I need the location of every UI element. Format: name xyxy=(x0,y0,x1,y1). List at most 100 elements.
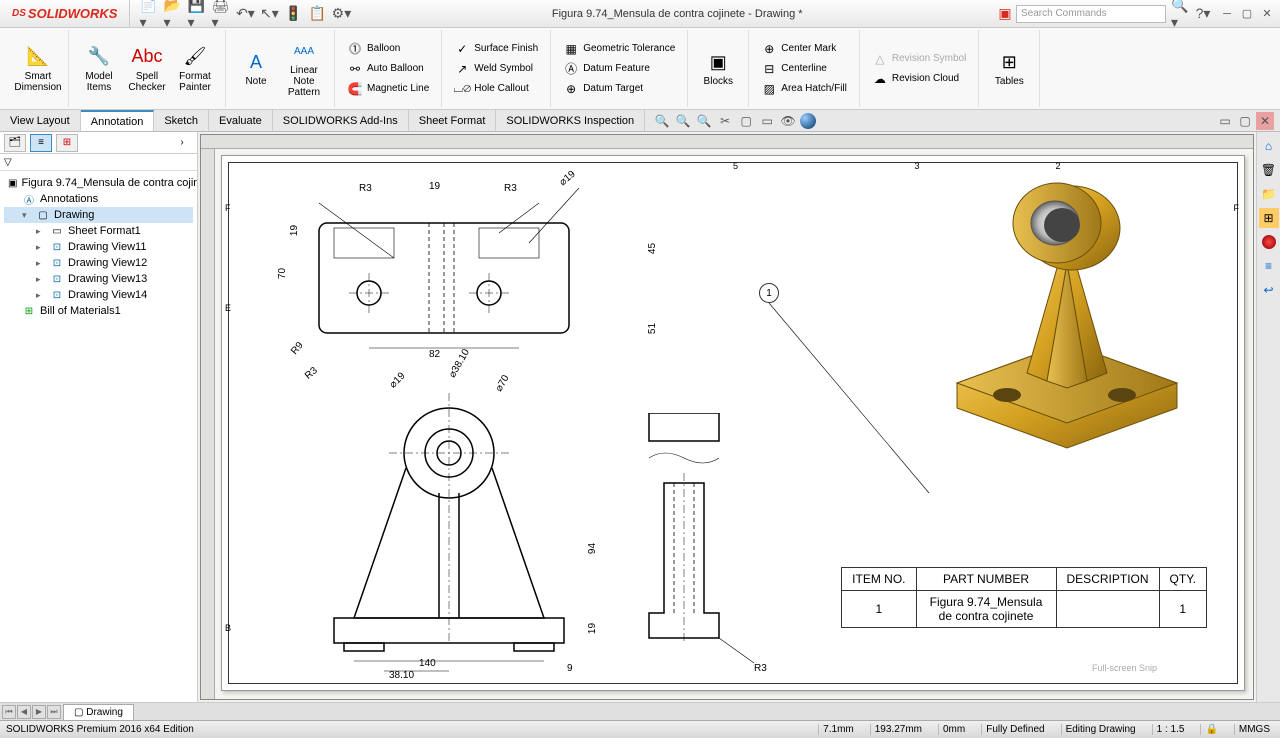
minimize-button[interactable]: ─ xyxy=(1218,6,1236,22)
spell-checker-button[interactable]: AbcSpell Checker xyxy=(123,43,171,95)
dim-45[interactable]: 45 xyxy=(647,243,658,254)
appearance-sphere-icon[interactable] xyxy=(800,113,816,129)
expand-icon[interactable]: ▸ xyxy=(36,274,46,285)
bom-cell-part[interactable]: Figura 9.74_Mensula de contra cojinete xyxy=(916,591,1056,628)
display-style-icon[interactable]: ▢ xyxy=(737,112,755,130)
dim-r3[interactable]: R3 xyxy=(359,183,372,194)
tab-addins[interactable]: SOLIDWORKS Add-Ins xyxy=(273,110,409,131)
dim-19[interactable]: 19 xyxy=(429,181,440,192)
print-button[interactable]: 🖨▾ xyxy=(210,3,232,25)
filter-icon[interactable]: ▽ xyxy=(4,157,12,168)
undo-button[interactable]: ↶▾ xyxy=(234,3,256,25)
status-units[interactable]: MMGS xyxy=(1234,724,1274,735)
model-items-button[interactable]: 🔧Model Items xyxy=(75,43,123,95)
centerline-button[interactable]: ⊟Centerline xyxy=(759,60,849,78)
revision-cloud-button[interactable]: ☁Revision Cloud xyxy=(870,70,968,88)
custom-props-icon[interactable]: ≡ xyxy=(1259,256,1279,276)
linear-note-button[interactable]: AAALinear Note Pattern xyxy=(280,37,328,100)
tab-view-layout[interactable]: View Layout xyxy=(0,110,81,131)
bom-header-desc[interactable]: DESCRIPTION xyxy=(1056,568,1159,591)
expand-icon[interactable]: ▸ xyxy=(36,226,46,237)
prev-sheet-icon[interactable]: ◀ xyxy=(17,705,31,719)
view-palette-icon[interactable]: ⊞ xyxy=(1259,208,1279,228)
front-view[interactable] xyxy=(289,393,589,673)
auto-balloon-button[interactable]: ⚯Auto Balloon xyxy=(345,60,431,78)
prev-view-icon[interactable]: 🔍 xyxy=(695,112,713,130)
blocks-button[interactable]: ▣Blocks xyxy=(694,48,742,89)
hole-callout-button[interactable]: ⌴⌀Hole Callout xyxy=(452,80,540,98)
dim-19b[interactable]: 19 xyxy=(587,623,598,634)
help-button[interactable]: ?▾ xyxy=(1192,3,1214,25)
new-doc-button[interactable]: 📄▾ xyxy=(138,3,160,25)
area-hatch-button[interactable]: ▨Area Hatch/Fill xyxy=(759,80,849,98)
library-icon[interactable]: 📁 xyxy=(1259,184,1279,204)
bom-cell-qty[interactable]: 1 xyxy=(1159,591,1206,628)
status-lock-icon[interactable]: 🔒 xyxy=(1200,724,1221,735)
resources-icon[interactable]: 🗑 xyxy=(1259,160,1279,180)
tree-bom[interactable]: ⊞Bill of Materials1 xyxy=(4,303,193,319)
doc-max-icon[interactable]: ▢ xyxy=(1236,112,1254,130)
geo-tolerance-button[interactable]: ▦Geometric Tolerance xyxy=(561,40,677,58)
dim-140[interactable]: 140 xyxy=(419,658,436,669)
dim-38b[interactable]: 38.10 xyxy=(389,670,414,681)
rebuild-button[interactable]: 🚦 xyxy=(282,3,304,25)
doc-close-icon[interactable]: ✕ xyxy=(1256,112,1274,130)
dim-51[interactable]: 51 xyxy=(647,323,658,334)
save-button[interactable]: 💾▾ xyxy=(186,3,208,25)
expand-icon[interactable]: ▸ xyxy=(36,290,46,301)
surface-finish-button[interactable]: ✓Surface Finish xyxy=(452,40,540,58)
bill-of-materials-table[interactable]: ITEM NO. PART NUMBER DESCRIPTION QTY. 1 … xyxy=(841,567,1207,628)
doc-min-icon[interactable]: ▭ xyxy=(1216,112,1234,130)
first-sheet-icon[interactable]: ⏮ xyxy=(2,705,16,719)
tab-annotation[interactable]: Annotation xyxy=(81,110,155,131)
drawing-sheet[interactable]: 5 3 2 F E B F xyxy=(221,155,1245,691)
expand-icon[interactable]: ▸ xyxy=(36,258,46,269)
tree-tab-feature[interactable]: 🗂 xyxy=(4,134,26,152)
settings-button[interactable]: ⚙▾ xyxy=(330,3,352,25)
smart-dimension-button[interactable]: 📐Smart Dimension xyxy=(14,43,62,95)
sw-icon[interactable]: ▣ xyxy=(994,3,1016,25)
bom-header-item[interactable]: ITEM NO. xyxy=(842,568,916,591)
forum-icon[interactable]: ↩ xyxy=(1259,280,1279,300)
feature-tree[interactable]: ▣Figura 9.74_Mensula de contra cojin ⒶAn… xyxy=(0,171,197,323)
tab-sheet-format[interactable]: Sheet Format xyxy=(409,110,497,131)
tab-inspection[interactable]: SOLIDWORKS Inspection xyxy=(496,110,645,131)
bom-header-qty[interactable]: QTY. xyxy=(1159,568,1206,591)
dim-9[interactable]: 9 xyxy=(567,663,573,674)
format-painter-button[interactable]: 🖌Format Painter xyxy=(171,43,219,95)
dim-70[interactable]: 70 xyxy=(277,268,288,279)
dim-r3d[interactable]: R3 xyxy=(754,663,767,674)
sheet-tab-drawing[interactable]: ▢ Drawing xyxy=(63,704,134,720)
search-icon[interactable]: 🔍▾ xyxy=(1170,3,1192,25)
tree-tab-config[interactable]: ⊞ xyxy=(56,134,78,152)
drawing-canvas[interactable]: 5 3 2 F E B F xyxy=(200,134,1254,700)
options-button[interactable]: 📋 xyxy=(306,3,328,25)
bom-header-part[interactable]: PART NUMBER xyxy=(916,568,1056,591)
datum-feature-button[interactable]: ⒶDatum Feature xyxy=(561,60,677,78)
hide-show-icon[interactable]: ▭ xyxy=(758,112,776,130)
tree-expand-icon[interactable]: › xyxy=(171,134,193,152)
tree-view13[interactable]: ▸⊡Drawing View13 xyxy=(4,271,193,287)
last-sheet-icon[interactable]: ⏭ xyxy=(47,705,61,719)
tree-view14[interactable]: ▸⊡Drawing View14 xyxy=(4,287,193,303)
search-commands-input[interactable]: Search Commands xyxy=(1016,5,1166,23)
zoom-fit-icon[interactable]: 🔍 xyxy=(653,112,671,130)
next-sheet-icon[interactable]: ▶ xyxy=(32,705,46,719)
top-view[interactable] xyxy=(269,173,629,373)
note-button[interactable]: ANote xyxy=(232,48,280,89)
tree-annotations[interactable]: ⒶAnnotations xyxy=(4,191,193,207)
close-button[interactable]: ✕ xyxy=(1258,6,1276,22)
collapse-icon[interactable]: ▾ xyxy=(22,210,32,221)
dim-94[interactable]: 94 xyxy=(587,543,598,554)
dim-phi70[interactable]: ⌀70 xyxy=(494,373,512,393)
maximize-button[interactable]: ▢ xyxy=(1238,6,1256,22)
expand-icon[interactable]: ▸ xyxy=(36,242,46,253)
dim-v19[interactable]: 19 xyxy=(289,225,300,236)
view-settings-icon[interactable]: 👁 xyxy=(779,112,797,130)
tree-sheet-format[interactable]: ▸▭Sheet Format1 xyxy=(4,223,193,239)
tree-view11[interactable]: ▸⊡Drawing View11 xyxy=(4,239,193,255)
zoom-area-icon[interactable]: 🔍 xyxy=(674,112,692,130)
bom-cell-item[interactable]: 1 xyxy=(842,591,916,628)
section-view-icon[interactable]: ✂ xyxy=(716,112,734,130)
tables-button[interactable]: ⊞Tables xyxy=(985,48,1033,89)
